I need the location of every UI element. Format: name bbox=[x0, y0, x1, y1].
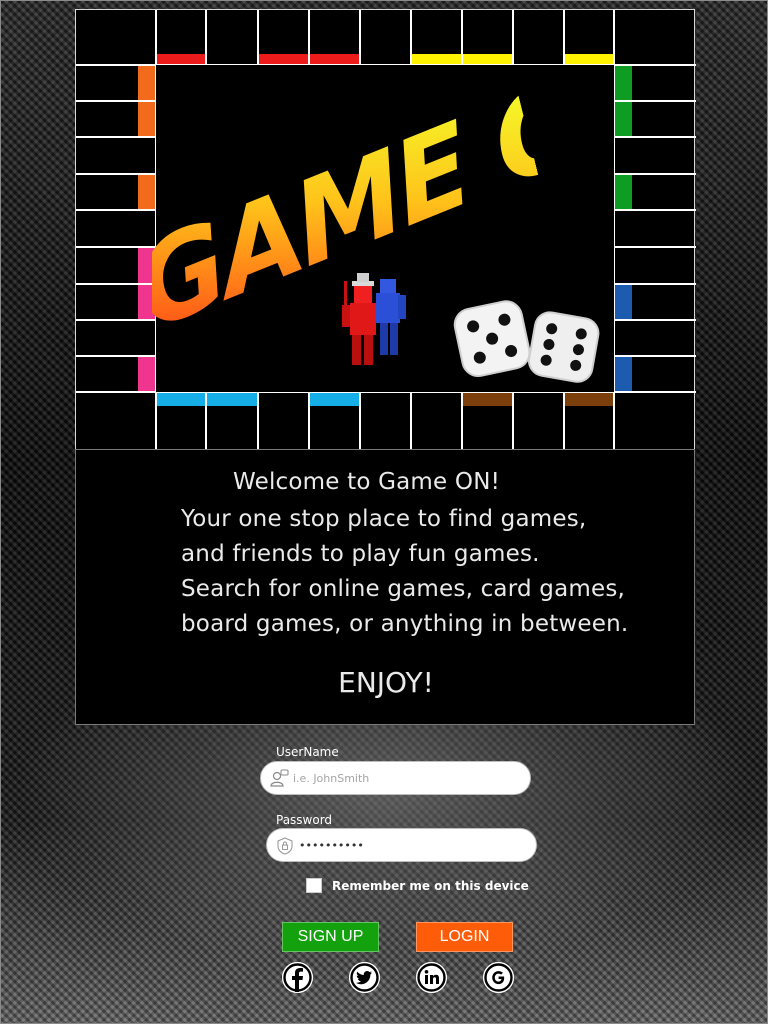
linkedin-link[interactable] bbox=[416, 962, 447, 993]
twitter-icon bbox=[349, 962, 380, 993]
google-link[interactable] bbox=[483, 962, 514, 993]
linkedin-icon bbox=[416, 962, 447, 993]
welcome-line: Your one stop place to find games, bbox=[181, 506, 587, 532]
facebook-icon bbox=[282, 962, 313, 993]
remember-label: Remember me on this device bbox=[332, 879, 529, 893]
username-label: UserName bbox=[276, 745, 339, 759]
lock-icon bbox=[277, 837, 293, 855]
signup-button[interactable]: SIGN UP bbox=[282, 922, 379, 952]
game-board-banner: GAME ON! bbox=[75, 9, 696, 451]
remember-checkbox[interactable] bbox=[306, 878, 322, 893]
facebook-link[interactable] bbox=[282, 962, 313, 993]
login-button[interactable]: LOGIN bbox=[416, 922, 513, 952]
username-input[interactable] bbox=[293, 768, 493, 788]
welcome-line: board games, or anything in between. bbox=[181, 611, 629, 637]
user-icon bbox=[270, 769, 289, 787]
welcome-line: and friends to play fun games. bbox=[181, 541, 540, 567]
twitter-link[interactable] bbox=[349, 962, 380, 993]
center-artwork: GAME ON! bbox=[152, 65, 614, 392]
password-field[interactable] bbox=[266, 828, 537, 862]
password-input[interactable] bbox=[299, 835, 499, 855]
welcome-line: Search for online games, card games, bbox=[181, 576, 626, 602]
welcome-heading: Welcome to Game ON! bbox=[233, 469, 501, 495]
password-label: Password bbox=[276, 813, 333, 827]
google-icon bbox=[483, 962, 514, 993]
username-field[interactable] bbox=[260, 761, 531, 795]
dice-image bbox=[453, 300, 600, 383]
welcome-panel: Welcome to Game ON! Your one stop place … bbox=[75, 449, 695, 725]
enjoy-text: ENJOY! bbox=[338, 666, 434, 699]
toy-figures-image bbox=[342, 273, 406, 365]
